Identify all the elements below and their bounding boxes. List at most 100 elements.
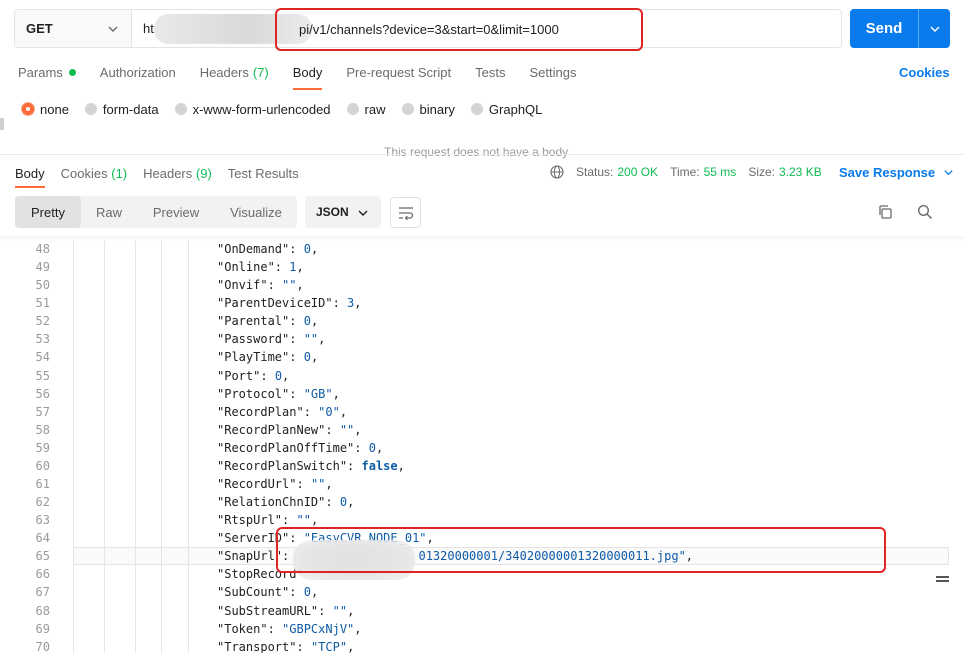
line-number: 51 — [35, 296, 50, 311]
indent-guide — [73, 619, 74, 638]
tab-pre-request-script[interactable]: Pre-request Script — [346, 58, 451, 86]
code-line: 59 "RecordPlanOffTime": 0, — [0, 438, 964, 457]
line-number: 60 — [35, 458, 50, 473]
status-value[interactable]: 200 OK — [617, 165, 658, 179]
format-label: JSON — [316, 205, 349, 219]
radio-circle — [22, 103, 34, 115]
line-number: 66 — [35, 567, 50, 582]
view-preview-button[interactable]: Preview — [137, 196, 215, 228]
resp-tab-headers-label: Headers — [143, 165, 193, 181]
radio-binary[interactable]: binary — [401, 101, 455, 117]
resp-tab-test-results[interactable]: Test Results — [228, 162, 299, 184]
view-visualize-button[interactable]: Visualize — [215, 196, 297, 228]
json-comma: , — [310, 350, 319, 365]
code-content: "Port": 0, — [217, 367, 289, 385]
cookies-link[interactable]: Cookies — [899, 65, 950, 80]
globe-icon[interactable] — [550, 165, 564, 179]
indent-guide — [73, 348, 74, 367]
line-number: 49 — [35, 260, 50, 275]
radio-raw[interactable]: raw — [346, 102, 386, 117]
json-comma: , — [282, 368, 290, 383]
indent-guide — [161, 384, 162, 403]
annotation-box-url — [275, 8, 643, 51]
tab-settings[interactable]: Settings — [529, 58, 576, 86]
request-response-divider[interactable] — [0, 154, 964, 155]
line-number: 69 — [35, 621, 50, 636]
radio-none[interactable]: none — [22, 102, 69, 117]
method-select[interactable]: GET — [15, 10, 132, 47]
json-colon: : — [318, 603, 333, 618]
json-comma: , — [375, 440, 384, 455]
resp-tab-body[interactable]: Body — [15, 162, 45, 188]
code-content: "Token": "GBPCxNjV", — [217, 620, 362, 638]
indent-guide — [73, 583, 74, 602]
format-select[interactable]: JSON — [305, 196, 381, 228]
search-button[interactable] — [917, 204, 933, 223]
indent-guide — [161, 565, 162, 584]
json-comma: , — [347, 603, 355, 618]
json-key: "Password" — [217, 332, 290, 347]
resp-tab-cookies[interactable]: Cookies (1) — [61, 162, 127, 184]
tab-body[interactable]: Body — [292, 58, 323, 90]
indent-guide — [73, 366, 74, 385]
response-body-code[interactable]: 48 "OnDemand": 0, 49 "Online": 1, 50 "Onvif":… — [0, 240, 964, 653]
line-number: 50 — [35, 278, 50, 293]
json-comma: , — [296, 260, 304, 275]
tab-tests[interactable]: Tests — [475, 58, 505, 86]
indent-guide — [104, 547, 105, 566]
code-line: 70 "Transport": "TCP", — [0, 637, 964, 653]
json-colon: : — [296, 477, 311, 492]
wrap-lines-button[interactable] — [390, 197, 421, 228]
tab-authorization[interactable]: Authorization — [100, 58, 176, 86]
code-content: "Protocol": "GB", — [217, 385, 340, 403]
view-raw-button[interactable]: Raw — [81, 196, 137, 228]
send-button[interactable]: Send — [850, 9, 918, 48]
json-comma: , — [296, 278, 304, 293]
copy-button[interactable] — [877, 204, 893, 223]
code-content: "PlayTime": 0, — [217, 348, 318, 366]
indent-guide — [135, 637, 136, 653]
indent-guide — [73, 511, 74, 530]
indent-guide — [73, 294, 74, 313]
tab-params[interactable]: Params — [18, 58, 76, 86]
code-line: 53 "Password": "", — [0, 330, 964, 349]
time-value[interactable]: 55 ms — [704, 165, 737, 179]
code-line: 50 "Onvif": "", — [0, 276, 964, 295]
code-content: "RecordPlanSwitch": false, — [217, 457, 405, 475]
code-line: 67 "SubCount": 0, — [0, 583, 964, 602]
tab-body-label: Body — [292, 64, 323, 80]
indent-guide — [135, 511, 136, 530]
resp-tab-headers[interactable]: Headers (9) — [143, 162, 212, 184]
indent-guide — [188, 258, 189, 277]
json-key: "RelationChnID" — [217, 495, 326, 510]
radio-circle — [470, 103, 483, 115]
request-tabs: Params Authorization Headers (7) Body Pr… — [18, 58, 600, 90]
view-pretty-button[interactable]: Pretty — [15, 196, 81, 228]
resp-tab-body-label: Body — [15, 165, 45, 181]
line-number: 64 — [35, 531, 50, 546]
radio-binary-label: binary — [419, 101, 455, 117]
code-content: "Online": 1, — [217, 258, 304, 276]
indent-guide — [188, 276, 189, 295]
size-value[interactable]: 3.23 KB — [779, 165, 822, 179]
indent-guide — [188, 547, 189, 566]
no-body-message: This request does not have a body — [384, 145, 569, 159]
json-key: "PlayTime" — [217, 350, 290, 365]
radio-x-www-form-urlencoded[interactable]: x-www-form-urlencoded — [174, 102, 331, 117]
tab-params-label: Params — [18, 64, 63, 80]
scroll-handle[interactable] — [936, 576, 949, 582]
indent-guide — [188, 240, 189, 259]
json-key: "RecordPlanNew" — [217, 422, 326, 437]
save-response-button[interactable]: Save Response — [839, 165, 954, 180]
radio-graphql[interactable]: GraphQL — [470, 102, 542, 117]
indent-guide — [135, 438, 136, 457]
indent-guide — [104, 637, 105, 653]
indent-guide — [135, 276, 136, 295]
json-key: "RecordPlanSwitch" — [217, 458, 348, 473]
resp-cookies-count: (1) — [111, 165, 128, 181]
tab-headers[interactable]: Headers (7) — [200, 58, 269, 86]
radio-form-data[interactable]: form-data — [84, 102, 159, 117]
send-options-button[interactable] — [919, 9, 950, 48]
indent-guide — [73, 601, 74, 620]
indent-guide — [188, 583, 189, 602]
